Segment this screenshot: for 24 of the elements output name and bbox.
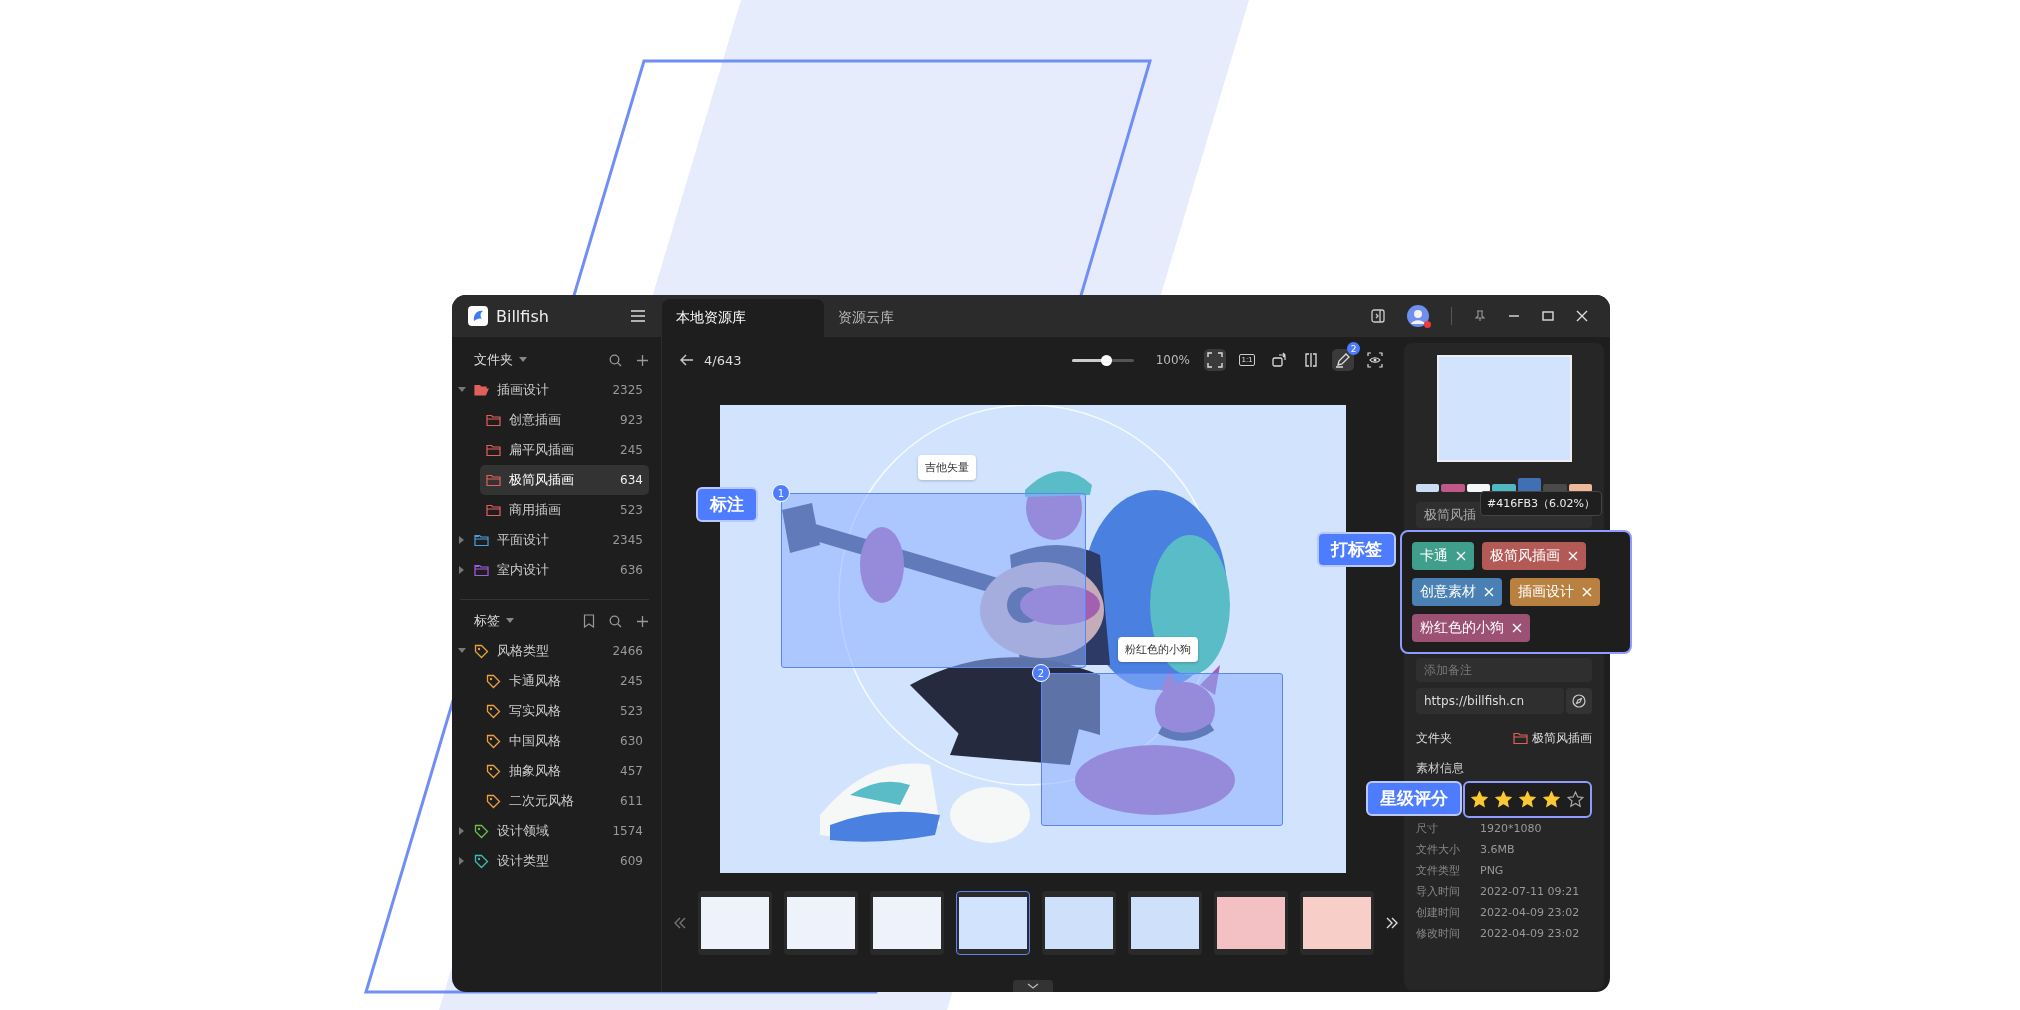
annotation-label: 粉红色的小狗	[1118, 637, 1198, 662]
callout-label: 标注	[696, 487, 758, 522]
annotation-label: 吉他矢量	[918, 455, 976, 480]
zoom-reading: 100%	[1155, 353, 1190, 367]
info-value: 1920*1080	[1480, 822, 1542, 835]
callout-label: 打标签	[1317, 532, 1396, 567]
folder-label: 文件夹	[1416, 729, 1452, 747]
app-name: Billfish	[496, 306, 550, 326]
info-label: 尺寸	[1416, 821, 1439, 836]
info-value: 3.6MB	[1480, 843, 1515, 856]
info-value: 2022-04-09 23:02	[1480, 906, 1580, 919]
info-value: 2022-04-09 23:02	[1480, 927, 1580, 940]
info-value: PNG	[1480, 864, 1504, 877]
section-title: 素材信息	[1416, 760, 1465, 777]
info-label: 修改时间	[1416, 926, 1461, 941]
color-tooltip: #416FB3（6.02%）	[1479, 491, 1602, 516]
count-badge: 2	[1347, 342, 1360, 355]
callout-label: 星级评分	[1366, 781, 1462, 816]
info-label: 文件大小	[1416, 842, 1461, 857]
info-value: 2022-07-11 09:21	[1480, 885, 1580, 898]
info-label: 文件类型	[1416, 863, 1461, 878]
info-label: 导入时间	[1416, 884, 1461, 899]
info-label: 创建时间	[1416, 905, 1461, 920]
image-position: 4/643	[704, 352, 742, 368]
